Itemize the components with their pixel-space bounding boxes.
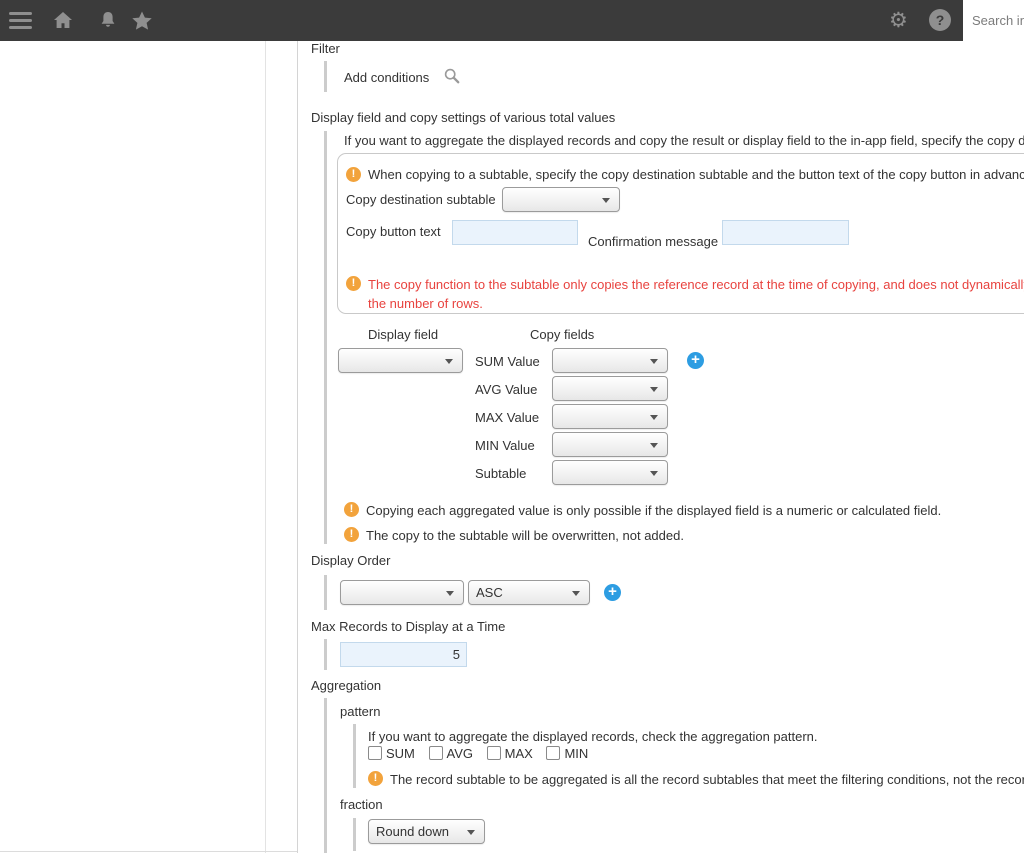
copy-field-select-min[interactable] [552, 432, 668, 457]
indent-guide [324, 575, 327, 610]
add-row-button[interactable]: + [687, 352, 704, 369]
indent-guide [324, 131, 327, 544]
pattern-subsection-title: pattern [340, 704, 380, 719]
copy-row-label: MIN Value [475, 438, 535, 453]
content-divider [297, 41, 298, 853]
copy-destination-label: Copy destination subtable [346, 192, 496, 207]
search-input[interactable]: Search in [963, 0, 1024, 41]
copy-row-label: MAX Value [475, 410, 539, 425]
panel-bottom-border [0, 851, 297, 852]
warning-icon: ! [368, 771, 383, 786]
display-order-field-select[interactable] [340, 580, 464, 605]
warning-icon: ! [346, 167, 361, 182]
copy-settings-intro: If you want to aggregate the displayed r… [344, 133, 1024, 148]
copy-button-text-label: Copy button text [346, 224, 441, 239]
copy-row-label: Subtable [475, 466, 526, 481]
copy-field-select-subtable[interactable] [552, 460, 668, 485]
subtable-notice-text: When copying to a subtable, specify the … [368, 167, 1024, 182]
indent-guide [324, 61, 327, 92]
max-records-input[interactable] [340, 642, 467, 667]
indent-guide [353, 724, 356, 788]
help-icon[interactable]: ? [929, 9, 951, 31]
checkbox-label: AVG [447, 746, 474, 761]
copy-destination-select[interactable] [502, 187, 620, 212]
copy-field-select-max[interactable] [552, 404, 668, 429]
checkbox-label: MAX [505, 746, 533, 761]
confirmation-message-label: Confirmation message [588, 234, 718, 249]
checkbox-label: MIN [564, 746, 588, 761]
search-lens-icon[interactable] [443, 67, 461, 85]
copy-row-label: AVG Value [475, 382, 537, 397]
copy-settings-section-title: Display field and copy settings of vario… [311, 110, 615, 125]
add-conditions-label: Add conditions [344, 70, 429, 85]
pattern-checkbox-group: SUM AVG MAX MIN [368, 746, 598, 761]
indent-guide [324, 698, 327, 853]
checkbox-avg[interactable] [429, 746, 443, 760]
copy-function-error-line2: the number of rows. [368, 296, 483, 311]
copy-field-select-sum[interactable] [552, 348, 668, 373]
max-records-section-title: Max Records to Display at a Time [311, 619, 505, 634]
hamburger-menu-icon[interactable] [9, 12, 32, 29]
warning-icon: ! [346, 276, 361, 291]
indent-guide [353, 818, 356, 851]
display-order-section-title: Display Order [311, 553, 390, 568]
header-bar: ⚙ ? Search in [0, 0, 1024, 41]
copy-function-error-line1: The copy function to the subtable only c… [368, 277, 1024, 292]
copy-fields-header: Copy fields [530, 327, 594, 342]
checkbox-sum[interactable] [368, 746, 382, 760]
copy-note-text: Copying each aggregated value is only po… [366, 503, 941, 518]
home-icon[interactable] [51, 9, 75, 33]
pattern-note-text: The record subtable to be aggregated is … [390, 772, 1024, 787]
indent-guide [324, 639, 327, 670]
settings-page: ⚙ ? Search in Filter Add conditions Disp… [0, 0, 1024, 853]
bell-icon[interactable] [96, 9, 120, 33]
copy-field-select-avg[interactable] [552, 376, 668, 401]
fraction-select[interactable]: Round down [368, 819, 485, 844]
star-icon[interactable] [130, 9, 154, 33]
confirmation-message-input[interactable] [722, 220, 849, 245]
copy-button-text-input[interactable] [452, 220, 578, 245]
filter-section-title: Filter [311, 41, 340, 56]
pattern-instruction: If you want to aggregate the displayed r… [368, 729, 818, 744]
display-field-select[interactable] [338, 348, 463, 373]
fraction-subsection-title: fraction [340, 797, 383, 812]
copy-note-text: The copy to the subtable will be overwri… [366, 528, 684, 543]
checkbox-max[interactable] [487, 746, 501, 760]
warning-icon: ! [344, 502, 359, 517]
checkbox-min[interactable] [546, 746, 560, 760]
warning-icon: ! [344, 527, 359, 542]
copy-row-label: SUM Value [475, 354, 540, 369]
left-panel-divider [265, 41, 266, 853]
add-sort-button[interactable]: + [604, 584, 621, 601]
display-order-direction-select[interactable]: ASC [468, 580, 590, 605]
display-field-header: Display field [368, 327, 438, 342]
aggregation-section-title: Aggregation [311, 678, 381, 693]
gear-icon[interactable]: ⚙ [889, 6, 908, 34]
checkbox-label: SUM [386, 746, 415, 761]
